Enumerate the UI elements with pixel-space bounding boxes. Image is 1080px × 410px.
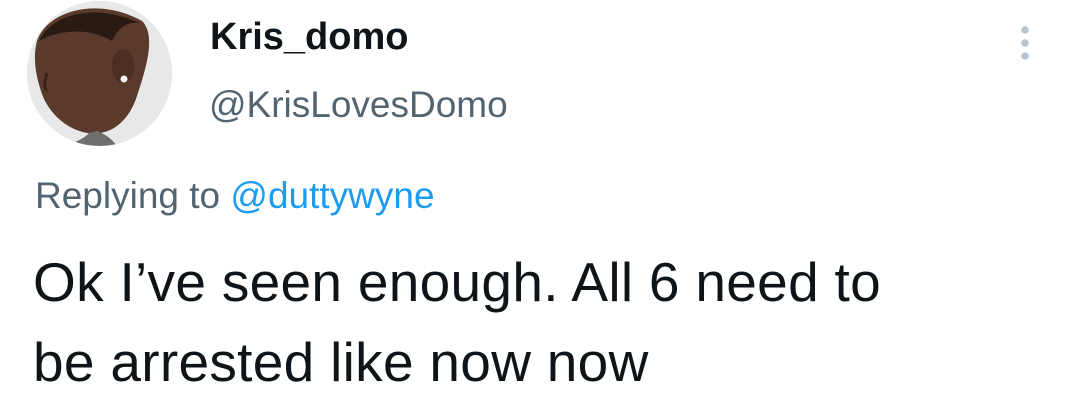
author-display-name[interactable]: Kris_domo bbox=[210, 16, 408, 59]
avatar-image bbox=[27, 1, 172, 146]
tweet-text: Ok I’ve seen enough. All 6 need to be ar… bbox=[33, 242, 1063, 402]
reply-mention-link[interactable]: @duttywyne bbox=[230, 175, 434, 216]
replying-to-label: Replying to bbox=[35, 175, 221, 216]
tweet-card[interactable]: Kris_domo @KrisLovesDomo Replying to @du… bbox=[0, 0, 1080, 410]
avatar[interactable] bbox=[27, 1, 172, 146]
more-vertical-icon bbox=[1021, 26, 1029, 60]
tweet-text-line: Ok I’ve seen enough. All 6 need to bbox=[33, 251, 882, 313]
author-handle[interactable]: @KrisLovesDomo bbox=[209, 84, 508, 126]
replying-to-line: Replying to @duttywyne bbox=[35, 175, 435, 217]
more-options-button[interactable] bbox=[1012, 22, 1038, 70]
tweet-text-line: be arrested like now now bbox=[33, 331, 649, 393]
